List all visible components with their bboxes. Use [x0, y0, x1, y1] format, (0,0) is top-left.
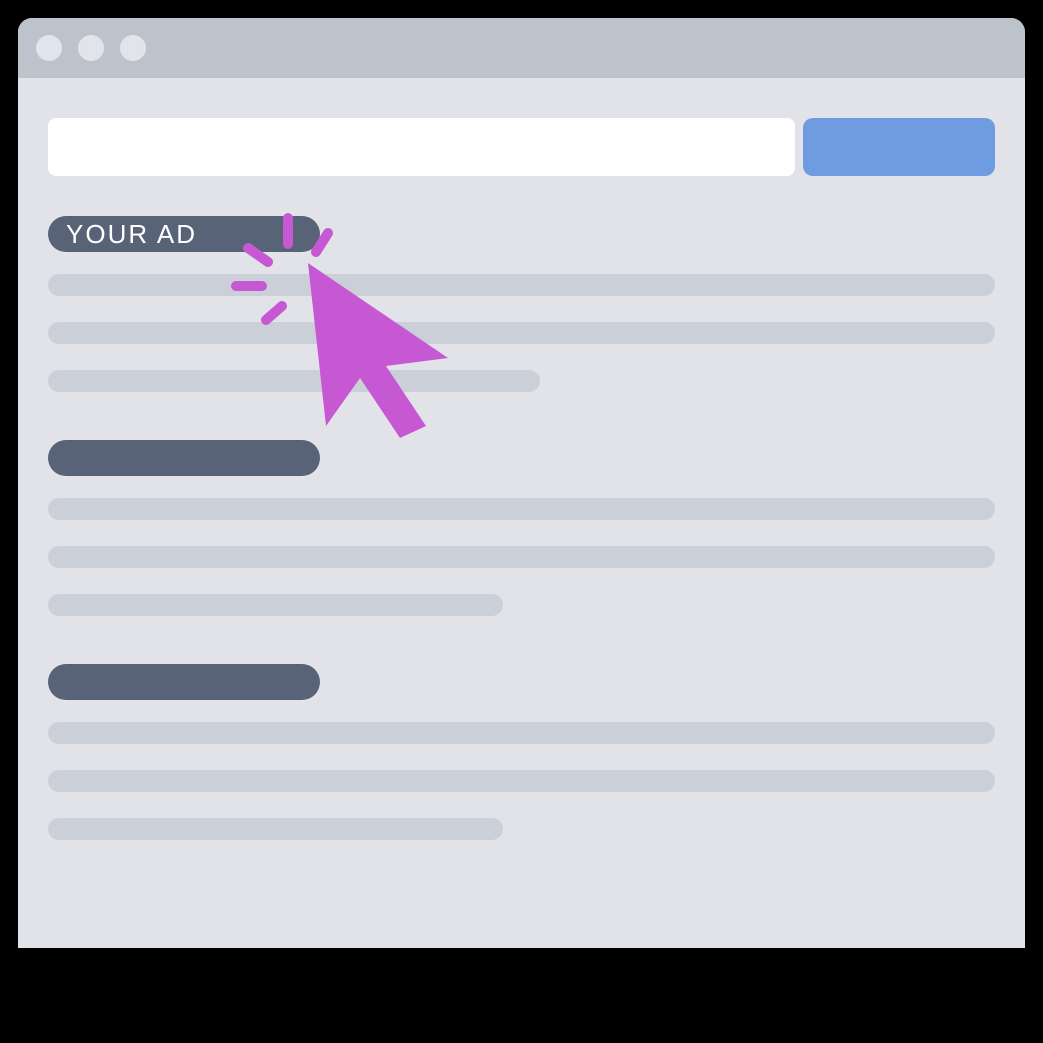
window-minimize-dot[interactable]	[78, 35, 104, 61]
page-content: YOUR AD	[18, 78, 1025, 840]
result-block	[48, 440, 995, 616]
result-snippet-line	[48, 818, 503, 840]
search-row	[48, 118, 995, 176]
result-snippet-line	[48, 546, 995, 568]
browser-window: YOUR AD	[18, 18, 1025, 948]
search-input[interactable]	[48, 118, 795, 176]
window-maximize-dot[interactable]	[120, 35, 146, 61]
title-bar	[18, 18, 1025, 78]
result-title[interactable]	[48, 664, 320, 700]
result-block	[48, 664, 995, 840]
result-snippet-line	[48, 498, 995, 520]
result-snippet-line	[48, 594, 503, 616]
result-snippet-line	[48, 722, 995, 744]
ad-result-block: YOUR AD	[48, 216, 995, 392]
ad-snippet-line	[48, 370, 540, 392]
search-button[interactable]	[803, 118, 995, 176]
result-snippet-line	[48, 770, 995, 792]
ad-snippet-line	[48, 322, 995, 344]
ad-title[interactable]: YOUR AD	[48, 216, 320, 252]
window-close-dot[interactable]	[36, 35, 62, 61]
ad-label: YOUR AD	[66, 219, 197, 250]
result-title[interactable]	[48, 440, 320, 476]
ad-snippet-line	[48, 274, 995, 296]
